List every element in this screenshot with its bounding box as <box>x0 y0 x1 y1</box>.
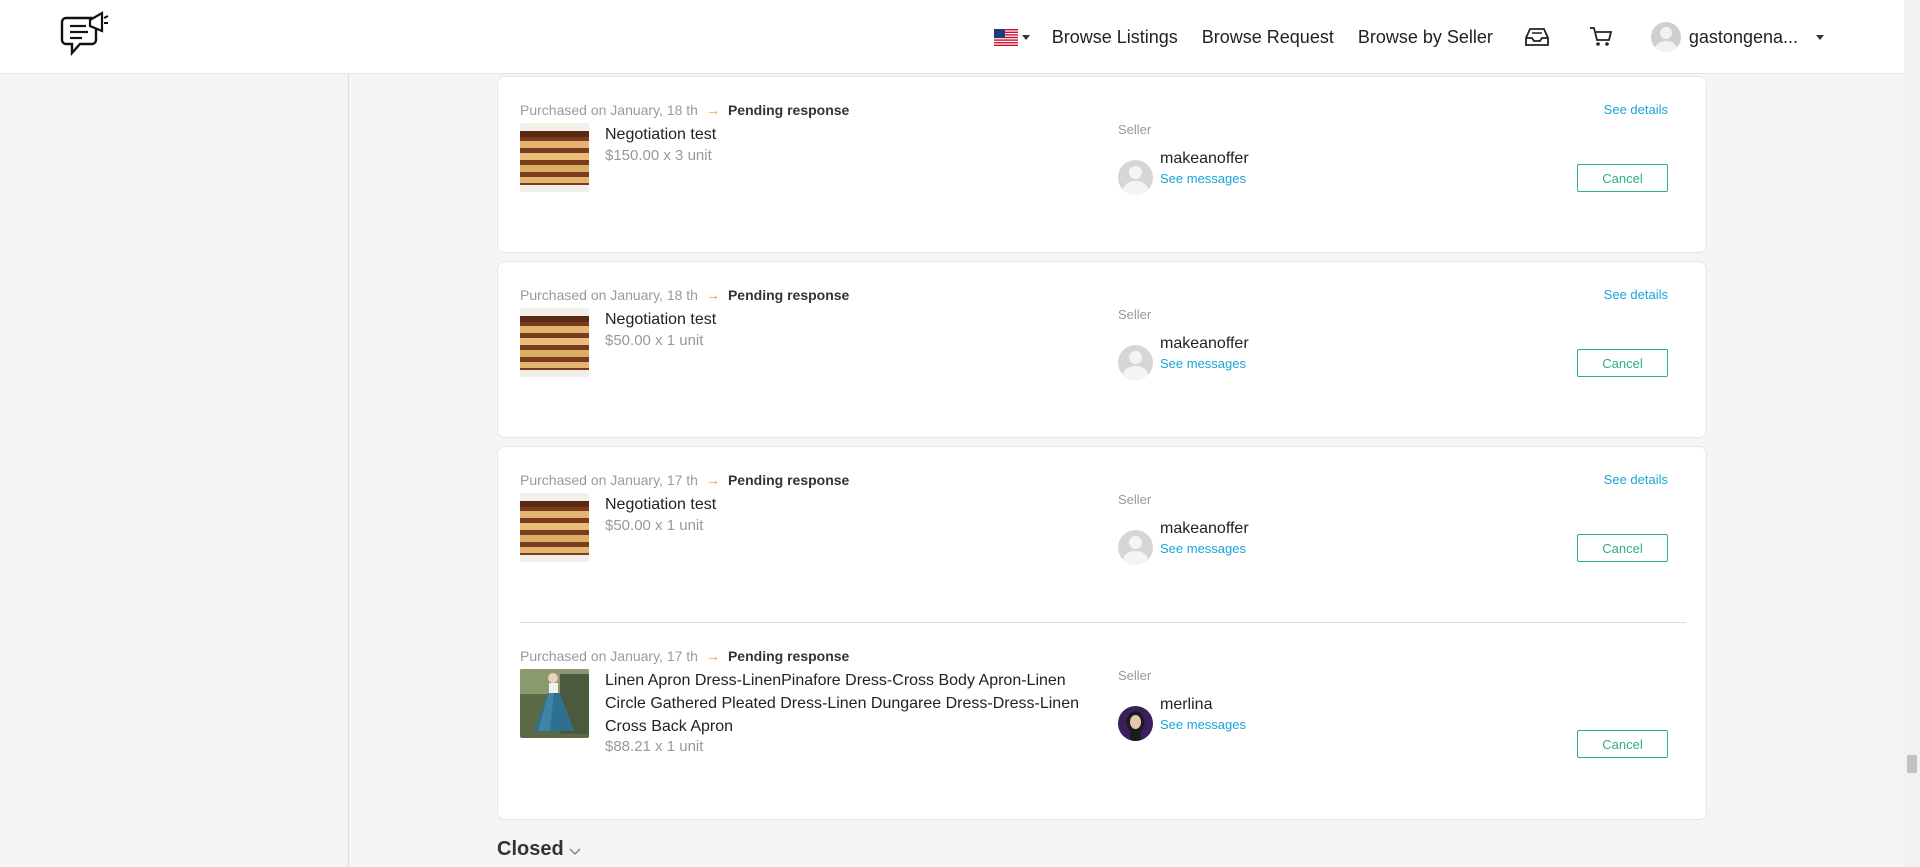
product-price: $150.00 x 3 unit <box>605 147 712 164</box>
see-messages-link[interactable]: See messages <box>1160 356 1246 371</box>
product-thumbnail[interactable] <box>520 493 589 562</box>
chevron-down-icon <box>1816 34 1824 40</box>
see-details-link[interactable]: See details <box>1604 102 1668 117</box>
arrow-right-icon: → <box>705 287 720 303</box>
nav-bar: Browse Listings Browse Request Browse by… <box>993 0 1824 74</box>
order-status-line: Purchased on January, 18 th → Pending re… <box>520 102 849 118</box>
order-status-line: Purchased on January, 18 th → Pending re… <box>520 287 849 303</box>
nav-browse-request[interactable]: Browse Request <box>1202 27 1334 48</box>
nav-browse-by-seller[interactable]: Browse by Seller <box>1358 27 1493 48</box>
top-navbar: Browse Listings Browse Request Browse by… <box>0 0 1904 74</box>
order-item: Purchased on January, 18 th → Pending re… <box>520 102 1686 242</box>
logo-icon[interactable] <box>60 10 110 64</box>
cancel-button[interactable]: Cancel <box>1577 349 1668 377</box>
seller-avatar <box>1118 530 1153 565</box>
seller-label: Seller <box>1118 492 1152 507</box>
arrow-right-icon: → <box>705 472 720 488</box>
seller-avatar <box>1118 706 1153 741</box>
purchase-date: Purchased on January, 17 th <box>520 648 698 664</box>
cancel-button[interactable]: Cancel <box>1577 730 1668 758</box>
product-price: $50.00 x 1 unit <box>605 332 704 349</box>
product-thumbnail[interactable] <box>520 669 589 738</box>
status-badge: Pending response <box>727 102 850 118</box>
seller-name[interactable]: makeanoffer <box>1160 150 1249 168</box>
arrow-right-icon: → <box>705 102 720 118</box>
left-sidebar <box>0 74 349 867</box>
us-flag-icon <box>993 28 1018 46</box>
seller-name[interactable]: makeanoffer <box>1160 520 1249 538</box>
nav-browse-listings[interactable]: Browse Listings <box>1052 27 1178 48</box>
product-price: $50.00 x 1 unit <box>605 517 704 534</box>
seller-label: Seller <box>1118 122 1152 137</box>
divider <box>520 622 1686 623</box>
product-thumbnail[interactable] <box>520 123 589 192</box>
language-selector[interactable] <box>993 28 1030 46</box>
product-title[interactable]: Negotiation test <box>605 308 1085 331</box>
purchase-date: Purchased on January, 18 th <box>520 102 698 118</box>
cancel-button[interactable]: Cancel <box>1577 164 1668 192</box>
order-status-line: Purchased on January, 17 th → Pending re… <box>520 472 849 488</box>
status-badge: Pending response <box>727 648 850 664</box>
purchase-date: Purchased on January, 17 th <box>520 472 698 488</box>
order-item: Purchased on January, 17 th → Pending re… <box>520 472 1686 612</box>
order-card: Purchased on January, 18 th → Pending re… <box>497 76 1707 253</box>
see-messages-link[interactable]: See messages <box>1160 171 1246 186</box>
seller-avatar <box>1118 345 1153 380</box>
user-menu[interactable]: gastongena... <box>1650 22 1824 52</box>
order-card: Purchased on January, 18 th → Pending re… <box>497 261 1707 438</box>
seller-label: Seller <box>1118 668 1152 683</box>
see-details-link[interactable]: See details <box>1604 472 1668 487</box>
order-item: Purchased on January, 18 th → Pending re… <box>520 287 1686 427</box>
scrollbar-thumb[interactable] <box>1907 755 1917 773</box>
status-badge: Pending response <box>727 472 850 488</box>
purchase-date: Purchased on January, 18 th <box>520 287 698 303</box>
see-messages-link[interactable]: See messages <box>1160 541 1246 556</box>
chevron-down-icon <box>569 847 581 855</box>
closed-heading: Closed <box>497 838 564 860</box>
chevron-down-icon <box>1021 34 1030 40</box>
order-card: Purchased on January, 17 th → Pending re… <box>497 446 1707 820</box>
see-details-link[interactable]: See details <box>1604 287 1668 302</box>
closed-section-toggle[interactable]: Closed <box>497 838 581 861</box>
scrollbar[interactable] <box>1904 0 1920 867</box>
product-title[interactable]: Negotiation test <box>605 123 1085 146</box>
cancel-button[interactable]: Cancel <box>1577 534 1668 562</box>
seller-label: Seller <box>1118 307 1152 322</box>
see-messages-link[interactable]: See messages <box>1160 717 1246 732</box>
avatar <box>1650 22 1681 52</box>
cart-icon[interactable] <box>1587 23 1615 51</box>
arrow-right-icon: → <box>705 648 720 664</box>
seller-name[interactable]: makeanoffer <box>1160 335 1249 353</box>
order-status-line: Purchased on January, 17 th → Pending re… <box>520 648 849 664</box>
order-item: Purchased on January, 17 th → Pending re… <box>520 648 1686 808</box>
username: gastongena... <box>1688 26 1798 47</box>
status-badge: Pending response <box>727 287 850 303</box>
seller-name[interactable]: merlina <box>1160 696 1212 714</box>
product-title[interactable]: Linen Apron Dress-LinenPinafore Dress-Cr… <box>605 669 1085 738</box>
product-thumbnail[interactable] <box>520 308 589 377</box>
seller-avatar <box>1118 160 1153 195</box>
product-title[interactable]: Negotiation test <box>605 493 1085 516</box>
product-price: $88.21 x 1 unit <box>605 738 704 755</box>
inbox-icon[interactable] <box>1523 23 1551 51</box>
